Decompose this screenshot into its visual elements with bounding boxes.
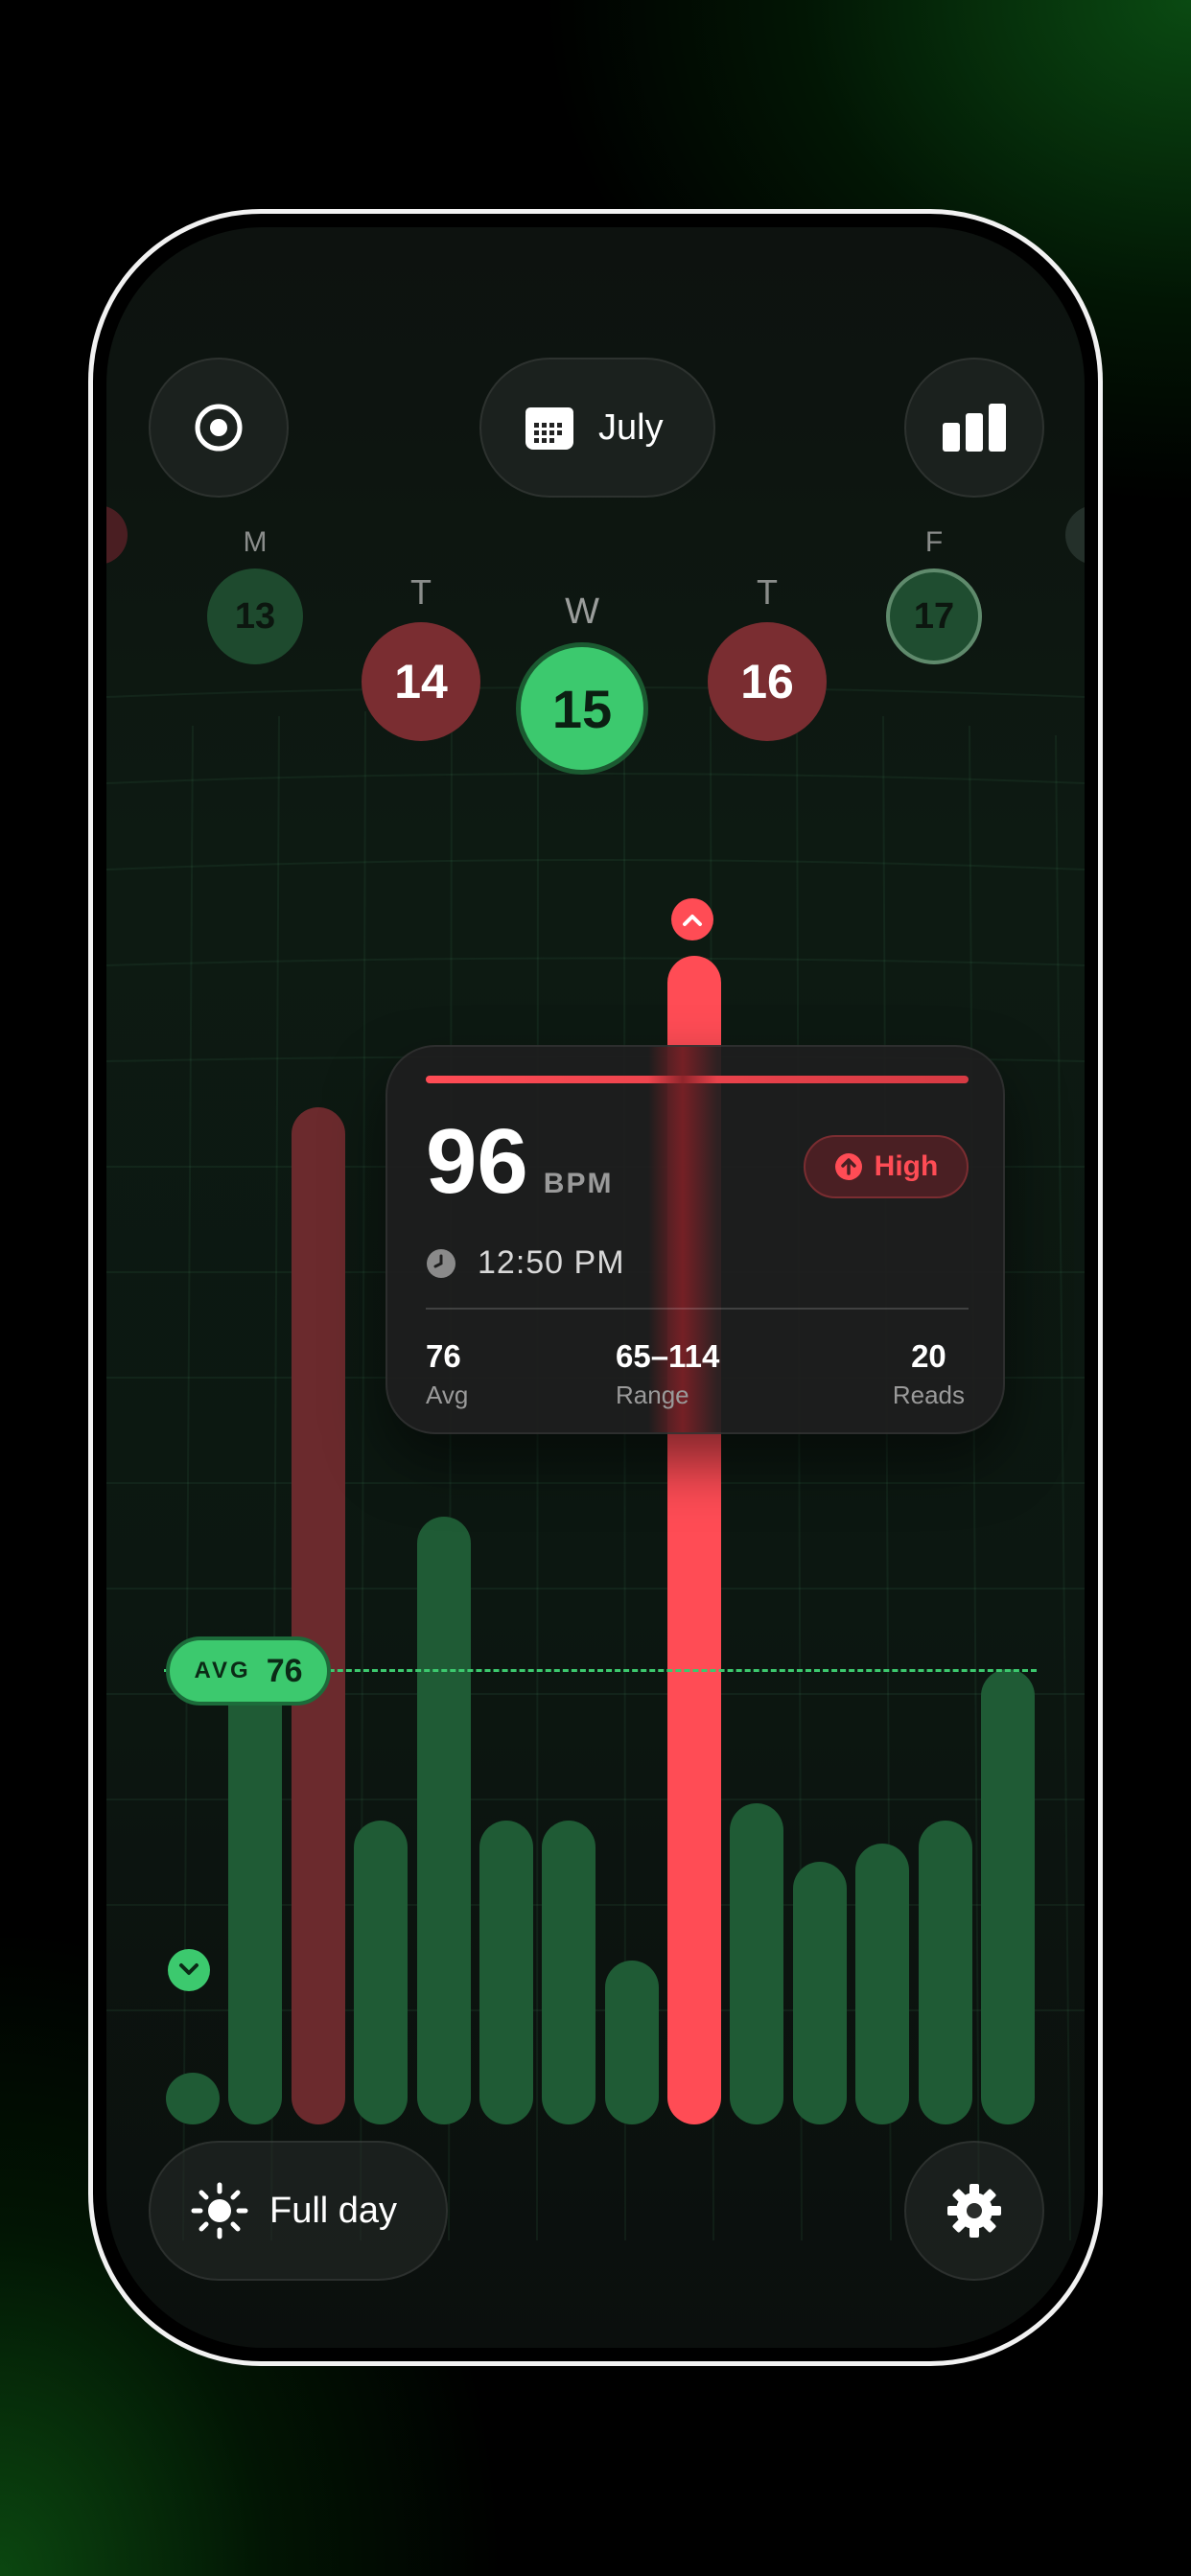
chart-bar[interactable] [479,1821,533,2124]
stat-reads-value: 20 [911,1338,946,1374]
clock-icon [427,1248,455,1278]
peak-indicator [671,898,713,940]
stat-average-label: Avg [426,1381,469,1409]
day-date-circle: 15 [516,642,648,775]
stat-range: 65–114 Range [616,1338,719,1410]
stat-reads-label: Reads [892,1381,965,1409]
stat-range-value: 65–114 [616,1338,720,1374]
settings-button[interactable] [904,2141,1044,2281]
low-indicator [168,1949,210,1991]
chart-bar[interactable] [919,1821,972,2124]
time-range-label: Full day [269,2190,398,2231]
day-letter: T [757,572,778,612]
day-date-circle: 13 [207,569,303,664]
day-letter: F [924,526,944,558]
chart-bar[interactable] [855,1844,909,2124]
stat-reads: 20 Reads [893,1338,965,1410]
day-letter: W [565,592,599,632]
average-badge-value: 76 [266,1652,303,1689]
chart-bar[interactable] [981,1669,1035,2124]
bar-chart-icon [943,404,1006,452]
day-friday[interactable]: F 17 [885,526,983,664]
day-date: 13 [234,595,276,637]
day-letter: T [410,572,432,612]
chart-bar[interactable] [793,1862,847,2124]
reading-time: 12:50 PM [478,1244,625,1281]
card-divider [426,1308,969,1310]
chart-bar[interactable] [542,1821,596,2124]
chart-bar[interactable] [354,1821,408,2124]
phone-frame: July M 13 T 14 W 15 T 16 F 17 AVG 76 96 … [88,209,1103,2366]
calendar-icon [525,407,573,450]
average-badge: AVG 76 [166,1636,331,1706]
stat-average: 76 Avg [426,1338,468,1410]
stat-average-value: 76 [426,1338,461,1374]
status-badge: High [804,1135,969,1198]
chart-bar[interactable] [605,1961,659,2124]
arrow-up-circle-icon [834,1153,862,1180]
chart-bar[interactable] [292,1107,345,2124]
reading-detail-card: 96 BPM High 12:50 PM 76 Avg 65–114 Range [385,1045,1005,1434]
day-monday[interactable]: M 13 [206,526,304,664]
month-selector-button[interactable]: July [479,358,715,498]
month-label: July [598,406,664,448]
chart-bar[interactable] [166,2073,220,2124]
stat-range-label: Range [616,1381,689,1409]
day-tuesday[interactable]: T 14 [361,572,481,741]
sun-icon [191,2182,248,2239]
chart-bar[interactable] [417,1517,471,2124]
day-date: 14 [394,655,448,708]
status-badge-label: High [874,1150,939,1182]
chart-bar[interactable] [228,1657,282,2124]
gear-icon [947,2184,1001,2238]
day-date-circle: 14 [362,622,480,741]
day-thursday[interactable]: T 16 [707,572,828,741]
chevron-up-icon [683,915,702,926]
chart-bar[interactable] [730,1803,783,2124]
time-range-button[interactable]: Full day [149,2141,448,2281]
stats-button[interactable] [904,358,1044,498]
day-date: 15 [551,678,613,739]
target-icon [195,404,243,452]
chevron-down-icon [179,1963,198,1975]
day-letter: M [243,526,268,558]
day-date: 17 [913,595,955,637]
bpm-unit: BPM [543,1168,614,1199]
day-wednesday-selected[interactable]: W 15 [515,592,649,775]
day-date-circle: 17 [886,569,982,664]
bpm-value: 96 [426,1110,528,1213]
day-date: 16 [740,655,794,708]
average-badge-label: AVG [194,1658,251,1683]
day-date-circle: 16 [708,622,827,741]
target-button[interactable] [149,358,289,498]
app-screen: July M 13 T 14 W 15 T 16 F 17 AVG 76 96 … [106,227,1085,2348]
